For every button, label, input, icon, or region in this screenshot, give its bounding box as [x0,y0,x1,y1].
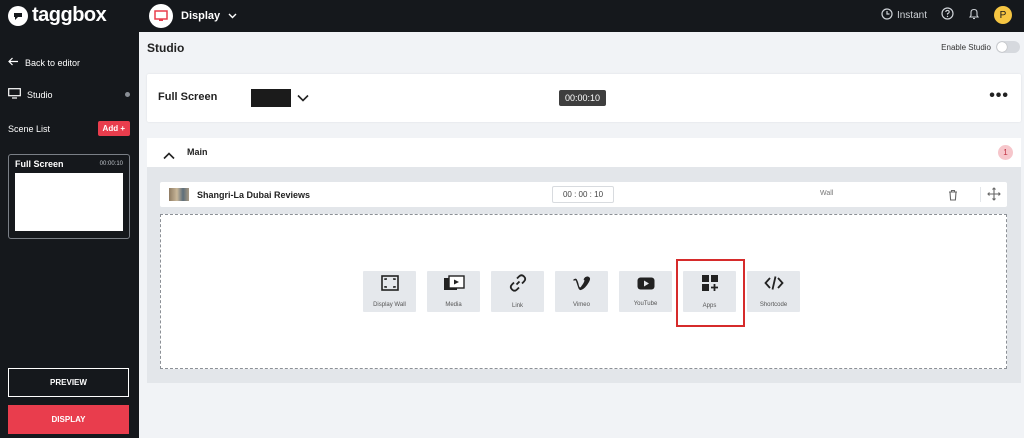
feed-title: Shangri-La Dubai Reviews [197,190,311,200]
enable-studio-toggle[interactable]: Enable Studio [941,41,1020,53]
count-badge: 1 [998,145,1013,160]
feed-duration-input[interactable]: 00 : 00 : 10 [552,186,614,203]
sidebar-item-studio[interactable]: Studio [8,88,130,101]
scene-thumbnail [15,173,123,231]
brand-logo[interactable]: taggbox [8,4,107,27]
content-drop-zone[interactable]: Display Wall Media Link Vimeo YouTube Ap… [160,214,1007,369]
add-scene-button[interactable]: Add + [97,121,130,136]
instant-label: Instant [896,9,927,21]
scene-card-title: Full Screen [15,159,64,169]
tile-display-wall[interactable]: Display Wall [363,271,416,312]
link-icon [509,274,527,297]
enable-studio-label: Enable Studio [941,42,991,52]
scene-list-heading: Scene List [8,123,51,134]
highlight-box [676,259,745,327]
clock-icon [881,7,893,23]
sidebar-item-label: Studio [27,89,53,100]
chevron-down-icon[interactable] [297,89,309,107]
tile-label: Link [511,303,523,309]
tile-youtube[interactable]: YouTube [619,271,672,312]
region-label: Main [187,147,208,157]
tile-label: Vimeo [573,302,590,308]
back-to-editor-label: Back to editor [25,57,81,68]
tile-link[interactable]: Link [491,271,544,312]
display-monitor-icon [149,4,173,28]
tile-vimeo[interactable]: Vimeo [555,271,608,312]
taggbox-logo-icon [8,5,28,26]
main-region-header[interactable]: Main 1 [147,138,1021,167]
brand-name: taggbox [32,4,107,26]
user-avatar[interactable]: P [994,6,1012,24]
media-icon [443,275,465,296]
back-to-editor-link[interactable]: Back to editor [8,57,80,68]
status-dot [125,92,130,97]
chevron-up-icon[interactable] [163,147,175,165]
tile-shortcode[interactable]: Shortcode [747,271,800,312]
display-selector[interactable]: Display [149,4,237,28]
display-button[interactable]: DISPLAY [8,405,129,434]
feed-row[interactable]: Shangri-La Dubai Reviews 00 : 00 : 10 Wa… [160,182,1007,207]
sidebar: Back to editor Studio Scene List Add + F… [0,32,139,438]
trash-icon[interactable] [948,188,958,206]
toggle-knob [997,42,1007,52]
scene-card-duration: 00:00:10 [99,161,123,167]
tile-label: YouTube [633,300,658,307]
layout-title: Full Screen [158,91,218,103]
background-color-swatch[interactable] [251,89,291,107]
bell-icon[interactable] [968,7,980,23]
feed-type: Wall [820,190,834,197]
tile-media[interactable]: Media [427,271,480,312]
arrow-left-icon [8,57,19,68]
preview-button[interactable]: PREVIEW [8,368,129,397]
youtube-icon [637,277,655,295]
code-icon [763,275,784,296]
chevron-down-icon [228,10,237,22]
top-bar: taggbox Display Instant P [0,0,1024,32]
display-wall-icon [380,275,399,296]
more-options-icon[interactable]: ••• [989,87,1009,105]
drag-handle-icon[interactable] [980,187,1001,202]
toggle-switch[interactable] [996,41,1020,53]
help-icon[interactable] [941,7,954,23]
instant-button[interactable]: Instant [881,7,927,23]
layout-panel: Full Screen 00:00:10 ••• [147,74,1021,122]
scene-timer[interactable]: 00:00:10 [559,90,607,106]
scene-card[interactable]: Full Screen 00:00:10 [8,154,130,239]
main-region-panel: Main 1 Shangri-La Dubai Reviews 00 : 00 … [147,138,1021,383]
page-title: Studio [147,41,185,55]
monitor-icon [8,88,21,101]
vimeo-icon [572,275,592,296]
display-selector-label: Display [181,10,221,22]
tile-label: Display Wall [373,302,406,308]
tile-label: Media [445,302,462,308]
feed-thumbnail [169,188,189,201]
tile-label: Shortcode [759,302,788,308]
